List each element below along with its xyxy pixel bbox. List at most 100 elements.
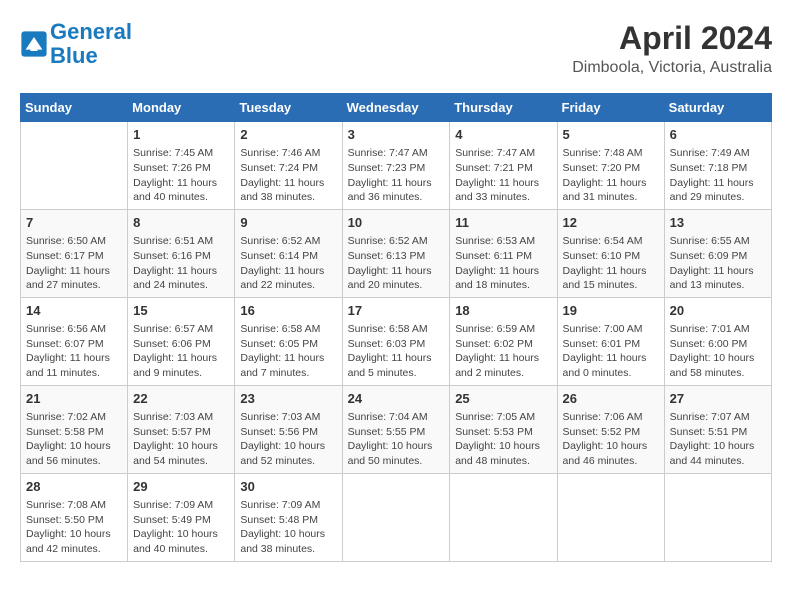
day-cell: 22Sunrise: 7:03 AM Sunset: 5:57 PM Dayli… <box>128 385 235 473</box>
day-number: 11 <box>455 214 551 232</box>
day-number: 19 <box>563 302 659 320</box>
day-cell: 18 Sunrise: 6:59 AM Sunset: 6:02 PM Dayli… <box>450 297 557 385</box>
day-cell: 26Sunrise: 7:06 AM Sunset: 5:52 PM Dayli… <box>557 385 664 473</box>
header-cell-saturday: Saturday <box>664 94 771 122</box>
day-number: 16 <box>240 302 336 320</box>
day-info: Sunrise: 7:02 AM Sunset: 5:58 PM Dayligh… <box>26 410 122 469</box>
header-cell-sunday: Sunday <box>21 94 128 122</box>
day-info: Sunrise: 6:56 AM Sunset: 6:07 PM Dayligh… <box>26 322 122 381</box>
day-cell: 9 Sunrise: 6:52 AM Sunset: 6:14 PM Daylig… <box>235 209 342 297</box>
day-number: 21 <box>26 390 122 408</box>
calendar-header: SundayMondayTuesdayWednesdayThursdayFrid… <box>21 94 772 122</box>
day-info: Sunrise: 6:57 AM Sunset: 6:06 PM Dayligh… <box>133 322 229 381</box>
day-info: Sunrise: 7:04 AM Sunset: 5:55 PM Dayligh… <box>348 410 445 469</box>
page-header: General Blue April 2024 Dimboola, Victor… <box>20 20 772 77</box>
day-cell: 19 Sunrise: 7:00 AM Sunset: 6:01 PM Dayli… <box>557 297 664 385</box>
day-info: Sunrise: 6:52 AM Sunset: 6:13 PM Dayligh… <box>348 234 445 293</box>
day-cell <box>342 473 450 561</box>
calendar-table: SundayMondayTuesdayWednesdayThursdayFrid… <box>20 93 772 562</box>
day-number: 9 <box>240 214 336 232</box>
day-cell: 3 Sunrise: 7:47 AM Sunset: 7:23 PM Daylig… <box>342 122 450 210</box>
day-cell: 17 Sunrise: 6:58 AM Sunset: 6:03 PM Dayli… <box>342 297 450 385</box>
day-cell: 16 Sunrise: 6:58 AM Sunset: 6:05 PM Dayli… <box>235 297 342 385</box>
day-number: 15 <box>133 302 229 320</box>
day-number: 20 <box>670 302 766 320</box>
day-info: Sunrise: 7:09 AM Sunset: 5:49 PM Dayligh… <box>133 498 229 557</box>
header-cell-wednesday: Wednesday <box>342 94 450 122</box>
day-info: Sunrise: 6:50 AM Sunset: 6:17 PM Dayligh… <box>26 234 122 293</box>
day-number: 25 <box>455 390 551 408</box>
logo-text: General Blue <box>50 20 132 68</box>
logo-line1: General <box>50 19 132 44</box>
day-number: 1 <box>133 126 229 144</box>
day-cell <box>21 122 128 210</box>
day-cell <box>664 473 771 561</box>
day-info: Sunrise: 6:59 AM Sunset: 6:02 PM Dayligh… <box>455 322 551 381</box>
header-cell-thursday: Thursday <box>450 94 557 122</box>
day-number: 14 <box>26 302 122 320</box>
day-info: Sunrise: 6:58 AM Sunset: 6:05 PM Dayligh… <box>240 322 336 381</box>
day-cell: 13Sunrise: 6:55 AM Sunset: 6:09 PM Dayli… <box>664 209 771 297</box>
day-info: Sunrise: 7:00 AM Sunset: 6:01 PM Dayligh… <box>563 322 659 381</box>
day-number: 18 <box>455 302 551 320</box>
day-info: Sunrise: 7:47 AM Sunset: 7:23 PM Dayligh… <box>348 146 445 205</box>
day-cell: 1 Sunrise: 7:45 AM Sunset: 7:26 PM Daylig… <box>128 122 235 210</box>
day-info: Sunrise: 7:08 AM Sunset: 5:50 PM Dayligh… <box>26 498 122 557</box>
day-info: Sunrise: 7:49 AM Sunset: 7:18 PM Dayligh… <box>670 146 766 205</box>
day-number: 12 <box>563 214 659 232</box>
day-cell: 11 Sunrise: 6:53 AM Sunset: 6:11 PM Dayli… <box>450 209 557 297</box>
day-number: 8 <box>133 214 229 232</box>
day-info: Sunrise: 7:05 AM Sunset: 5:53 PM Dayligh… <box>455 410 551 469</box>
day-cell: 21 Sunrise: 7:02 AM Sunset: 5:58 PM Dayli… <box>21 385 128 473</box>
day-cell: 7Sunrise: 6:50 AM Sunset: 6:17 PM Daylig… <box>21 209 128 297</box>
week-row-4: 21 Sunrise: 7:02 AM Sunset: 5:58 PM Dayli… <box>21 385 772 473</box>
day-cell: 6Sunrise: 7:49 AM Sunset: 7:18 PM Daylig… <box>664 122 771 210</box>
day-info: Sunrise: 7:03 AM Sunset: 5:56 PM Dayligh… <box>240 410 336 469</box>
title-area: April 2024 Dimboola, Victoria, Australia <box>572 20 772 77</box>
day-cell: 2Sunrise: 7:46 AM Sunset: 7:24 PM Daylig… <box>235 122 342 210</box>
week-row-3: 14 Sunrise: 6:56 AM Sunset: 6:07 PM Dayli… <box>21 297 772 385</box>
day-cell: 25 Sunrise: 7:05 AM Sunset: 5:53 PM Dayli… <box>450 385 557 473</box>
day-info: Sunrise: 7:47 AM Sunset: 7:21 PM Dayligh… <box>455 146 551 205</box>
day-number: 29 <box>133 478 229 496</box>
day-number: 30 <box>240 478 336 496</box>
day-info: Sunrise: 6:54 AM Sunset: 6:10 PM Dayligh… <box>563 234 659 293</box>
day-number: 2 <box>240 126 336 144</box>
day-info: Sunrise: 6:53 AM Sunset: 6:11 PM Dayligh… <box>455 234 551 293</box>
week-row-2: 7Sunrise: 6:50 AM Sunset: 6:17 PM Daylig… <box>21 209 772 297</box>
day-number: 3 <box>348 126 445 144</box>
day-info: Sunrise: 7:48 AM Sunset: 7:20 PM Dayligh… <box>563 146 659 205</box>
day-info: Sunrise: 7:06 AM Sunset: 5:52 PM Dayligh… <box>563 410 659 469</box>
day-cell: 24 Sunrise: 7:04 AM Sunset: 5:55 PM Dayli… <box>342 385 450 473</box>
logo: General Blue <box>20 20 132 68</box>
day-cell: 29 Sunrise: 7:09 AM Sunset: 5:49 PM Dayli… <box>128 473 235 561</box>
header-cell-monday: Monday <box>128 94 235 122</box>
day-info: Sunrise: 6:58 AM Sunset: 6:03 PM Dayligh… <box>348 322 445 381</box>
day-number: 27 <box>670 390 766 408</box>
day-number: 23 <box>240 390 336 408</box>
day-info: Sunrise: 6:51 AM Sunset: 6:16 PM Dayligh… <box>133 234 229 293</box>
day-cell: 14 Sunrise: 6:56 AM Sunset: 6:07 PM Dayli… <box>21 297 128 385</box>
day-number: 24 <box>348 390 445 408</box>
day-cell: 30 Sunrise: 7:09 AM Sunset: 5:48 PM Dayli… <box>235 473 342 561</box>
day-info: Sunrise: 6:52 AM Sunset: 6:14 PM Dayligh… <box>240 234 336 293</box>
location-title: Dimboola, Victoria, Australia <box>572 59 772 77</box>
day-cell: 12 Sunrise: 6:54 AM Sunset: 6:10 PM Dayli… <box>557 209 664 297</box>
day-number: 28 <box>26 478 122 496</box>
month-title: April 2024 <box>572 20 772 57</box>
day-cell <box>557 473 664 561</box>
day-cell: 8 Sunrise: 6:51 AM Sunset: 6:16 PM Daylig… <box>128 209 235 297</box>
day-number: 17 <box>348 302 445 320</box>
day-info: Sunrise: 7:09 AM Sunset: 5:48 PM Dayligh… <box>240 498 336 557</box>
day-cell <box>450 473 557 561</box>
day-info: Sunrise: 7:03 AM Sunset: 5:57 PM Dayligh… <box>133 410 229 469</box>
day-info: Sunrise: 7:45 AM Sunset: 7:26 PM Dayligh… <box>133 146 229 205</box>
day-number: 5 <box>563 126 659 144</box>
header-cell-friday: Friday <box>557 94 664 122</box>
day-cell: 27Sunrise: 7:07 AM Sunset: 5:51 PM Dayli… <box>664 385 771 473</box>
day-number: 13 <box>670 214 766 232</box>
day-info: Sunrise: 7:01 AM Sunset: 6:00 PM Dayligh… <box>670 322 766 381</box>
logo-icon <box>20 30 48 58</box>
day-cell: 20 Sunrise: 7:01 AM Sunset: 6:00 PM Dayli… <box>664 297 771 385</box>
day-cell: 15 Sunrise: 6:57 AM Sunset: 6:06 PM Dayli… <box>128 297 235 385</box>
